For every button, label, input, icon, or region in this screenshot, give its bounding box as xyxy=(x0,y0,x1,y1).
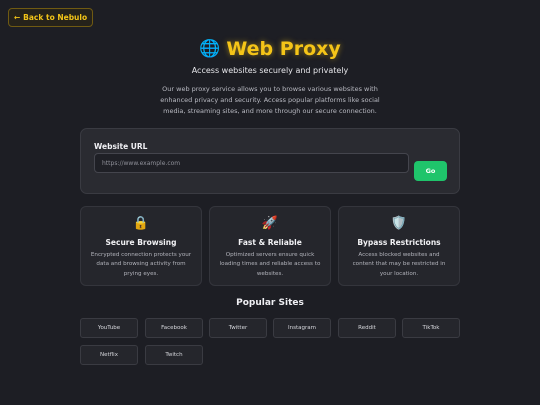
feature-title: Fast & Reliable xyxy=(238,238,302,247)
page-subtitle: Access websites securely and privately xyxy=(191,66,349,75)
feature-card-fast-reliable: 🚀 Fast & Reliable Optimized servers ensu… xyxy=(209,206,331,286)
site-button-youtube[interactable]: YouTube xyxy=(80,318,138,338)
site-button-twitter[interactable]: Twitter xyxy=(209,318,267,338)
page-description: Our web proxy service allows you to brow… xyxy=(160,85,380,115)
rocket-icon: 🚀 xyxy=(261,216,279,231)
site-button-reddit[interactable]: Reddit xyxy=(338,318,396,338)
feature-card-secure-browsing: 🔒 Secure Browsing Encrypted connection p… xyxy=(80,206,202,286)
page-header: 🌐 Web Proxy xyxy=(0,38,540,60)
back-button-label: Back to Nebulo xyxy=(23,13,88,22)
feature-title: Secure Browsing xyxy=(105,238,177,247)
feature-card-bypass-restrictions: 🛡️ Bypass Restrictions Access blocked we… xyxy=(338,206,460,286)
site-button-netflix[interactable]: Netflix xyxy=(80,345,138,365)
feature-description: Encrypted connection protects your data … xyxy=(90,252,192,277)
url-input[interactable] xyxy=(94,153,409,173)
feature-description: Access blocked websites and content that… xyxy=(352,252,446,277)
shield-icon: 🛡️ xyxy=(390,216,408,231)
feature-description: Optimized servers ensure quick loading t… xyxy=(219,252,321,277)
back-to-nebulo-button[interactable]: ← Back to Nebulo xyxy=(8,8,93,27)
site-button-instagram[interactable]: Instagram xyxy=(273,318,331,338)
go-button[interactable]: Go xyxy=(414,161,447,181)
url-field-label: Website URL xyxy=(94,142,148,151)
site-button-tiktok[interactable]: TikTok xyxy=(402,318,460,338)
url-form-card: Website URL Go xyxy=(80,128,460,194)
site-button-twitch[interactable]: Twitch xyxy=(145,345,203,365)
lock-icon: 🔒 xyxy=(132,216,150,231)
globe-icon: 🌐 xyxy=(199,38,221,59)
popular-sites-heading: Popular Sites xyxy=(236,298,304,308)
arrow-left-icon: ← xyxy=(13,13,21,22)
site-button-facebook[interactable]: Facebook xyxy=(145,318,203,338)
feature-title: Bypass Restrictions xyxy=(357,238,441,247)
page-title: Web Proxy xyxy=(226,38,341,60)
